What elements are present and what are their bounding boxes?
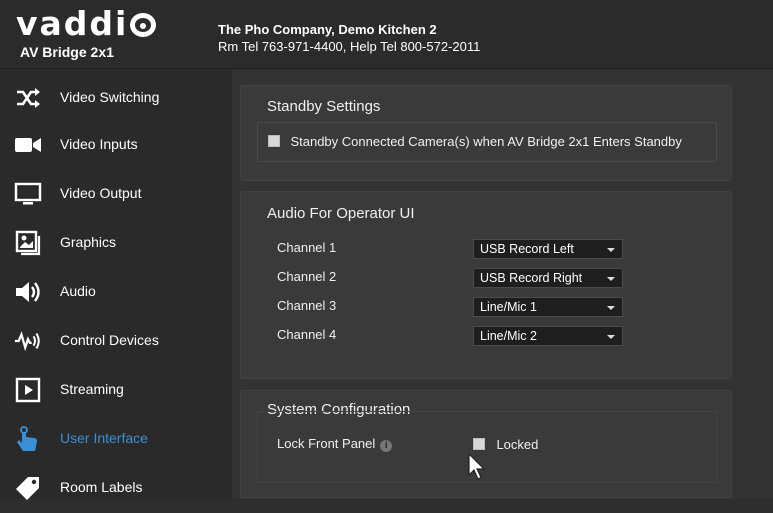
- channel-4-label: Channel 4: [277, 327, 337, 342]
- sidebar-item-streaming[interactable]: Streaming: [0, 366, 232, 415]
- sidebar-item-graphics[interactable]: Graphics: [0, 219, 232, 268]
- sidebar-item-control-devices[interactable]: Control Devices: [0, 317, 232, 366]
- chevron-down-icon: [607, 306, 615, 310]
- play-icon: [14, 376, 42, 404]
- locked-checkbox-row: Locked: [473, 436, 538, 454]
- sidebar-item-video-inputs[interactable]: Video Inputs: [0, 121, 232, 170]
- control-signal-icon: [14, 327, 42, 355]
- sidebar-item-label: Graphics: [60, 234, 117, 250]
- chevron-down-icon: [607, 335, 615, 339]
- locked-checkbox[interactable]: [473, 438, 485, 450]
- sidebar-item-room-labels[interactable]: Room Labels: [0, 464, 232, 513]
- sidebar-item-label: Room Labels: [60, 479, 143, 495]
- channel-1-select[interactable]: USB Record Left: [473, 239, 623, 259]
- locked-checkbox-label: Locked: [496, 437, 539, 452]
- sidebar-item-video-output[interactable]: Video Output: [0, 170, 232, 219]
- mouse-pointer-icon: [468, 452, 488, 486]
- channel-4-select[interactable]: Line/Mic 2: [473, 326, 623, 346]
- sidebar-item-user-interface[interactable]: User Interface: [0, 415, 232, 464]
- product-name: AV Bridge 2x1: [20, 44, 114, 60]
- sidebar-item-label: Audio: [60, 283, 96, 299]
- touch-hand-icon: [14, 425, 42, 453]
- sidebar-nav: Video Switching Video Inputs Video Outpu…: [0, 69, 232, 500]
- sidebar-item-video-switching[interactable]: Video Switching: [0, 74, 232, 123]
- main-content: Standby Settings Standby Connected Camer…: [232, 69, 773, 499]
- channel-1-value: USB Record Left: [480, 242, 574, 256]
- channel-3-value: Line/Mic 1: [480, 300, 537, 314]
- standby-settings-inner: Standby Connected Camera(s) when AV Brid…: [257, 122, 717, 162]
- sidebar-item-label: User Interface: [60, 430, 148, 446]
- channel-1-label: Channel 1: [277, 240, 337, 255]
- site-info: The Pho Company, Demo Kitchen 2 Rm Tel 7…: [218, 21, 480, 55]
- app-header: vaddi AV Bridge 2x1 The Pho Company, Dem…: [0, 0, 773, 69]
- lock-front-panel-label: Lock Front Panel: [277, 436, 376, 451]
- site-name: The Pho Company, Demo Kitchen 2: [218, 22, 437, 37]
- sidebar-item-audio[interactable]: Audio: [0, 268, 232, 317]
- channel-2-select[interactable]: USB Record Right: [473, 268, 623, 288]
- speaker-icon: [14, 278, 42, 306]
- brand: vaddi AV Bridge 2x1: [16, 6, 157, 60]
- site-contact: Rm Tel 763-971-4400, Help Tel 800-572-20…: [218, 39, 481, 54]
- tag-icon: [14, 474, 42, 502]
- sidebar-item-label: Streaming: [60, 381, 124, 397]
- info-icon[interactable]: i: [380, 440, 393, 452]
- standby-checkbox[interactable]: [268, 135, 280, 147]
- video-camera-icon: [14, 131, 42, 159]
- switch-arrows-icon: [14, 84, 42, 112]
- graphics-icon: [14, 229, 42, 257]
- standby-settings-panel: Standby Settings Standby Connected Camer…: [240, 85, 732, 181]
- standby-settings-title: Standby Settings: [267, 98, 381, 115]
- vaddio-logo: vaddi: [16, 6, 157, 42]
- sidebar-item-label: Control Devices: [60, 332, 159, 348]
- channel-4-value: Line/Mic 2: [480, 329, 537, 343]
- channel-3-select[interactable]: Line/Mic 1: [473, 297, 623, 317]
- chevron-down-icon: [607, 248, 615, 252]
- chevron-down-icon: [607, 277, 615, 281]
- channel-2-label: Channel 2: [277, 269, 337, 284]
- lock-front-panel-row: Lock Front Panel i: [277, 436, 393, 452]
- sidebar-item-label: Video Switching: [60, 89, 160, 105]
- monitor-icon: [14, 180, 42, 208]
- audio-operator-panel: Audio For Operator UI Channel 1 USB Reco…: [240, 191, 732, 379]
- standby-checkbox-row: Standby Connected Camera(s) when AV Brid…: [268, 133, 682, 151]
- sidebar-item-label: Video Inputs: [60, 136, 138, 152]
- sidebar-item-label: Video Output: [60, 185, 142, 201]
- standby-checkbox-label: Standby Connected Camera(s) when AV Brid…: [290, 134, 682, 149]
- channel-2-value: USB Record Right: [480, 271, 583, 285]
- channel-3-label: Channel 3: [277, 298, 337, 313]
